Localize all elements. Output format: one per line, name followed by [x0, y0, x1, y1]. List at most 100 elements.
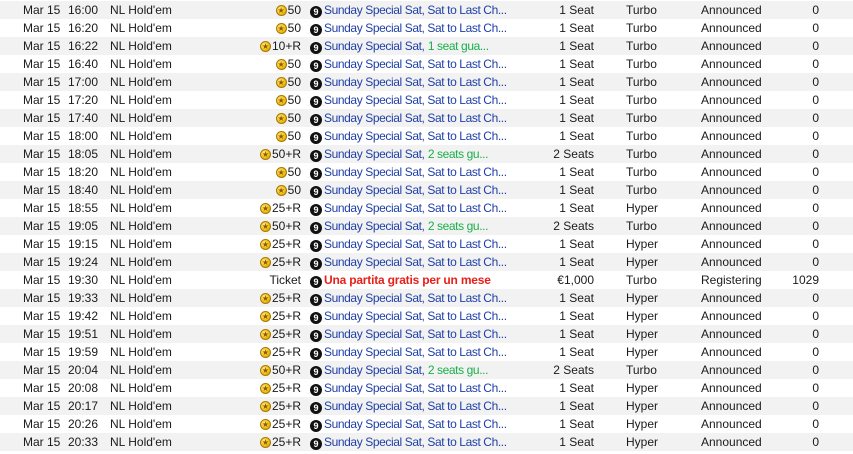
tournament-row[interactable]: Mar 15 18:05 NL Hold'em 50+R 9Sunday Spe…: [0, 145, 853, 163]
tournament-row[interactable]: Mar 15 17:40 NL Hold'em 50 9Sunday Speci…: [0, 109, 853, 127]
status: Announced: [701, 39, 762, 53]
tournament-name[interactable]: 9 Sunday Special Sat, Sat to Last Ch...: [310, 109, 510, 127]
prize: 1 Seat: [559, 345, 594, 359]
buy-in: 50: [220, 109, 301, 127]
tournament-row[interactable]: Mar 15 18:00 NL Hold'em 50 9Sunday Speci…: [0, 127, 853, 145]
start-date: Mar 15: [23, 273, 61, 287]
tournament-row[interactable]: Mar 15 20:08 NL Hold'em 25+R 9Sunday Spe…: [0, 379, 853, 397]
start-time: 16:40: [68, 57, 99, 71]
tournament-name[interactable]: 9 Sunday Special Sat, Sat to Last Ch...: [310, 199, 510, 217]
game-type: NL Hold'em: [110, 255, 172, 269]
speed: Hyper: [626, 327, 659, 341]
start-date: Mar 15: [23, 93, 61, 107]
gold-coin-icon: [275, 182, 287, 199]
tournament-name[interactable]: 9 Sunday Special Sat, Sat to Last Ch...: [310, 19, 510, 37]
tournament-row[interactable]: Mar 15 19:24 NL Hold'em 25+R 9Sunday Spe…: [0, 253, 853, 271]
tournament-row[interactable]: Mar 15 16:22 NL Hold'em 10+R 9Sunday Spe…: [0, 37, 853, 55]
guarantee-text: 2 seats gu...: [427, 363, 489, 377]
tournament-name[interactable]: 9 Sunday Special Sat, Sat to Last Ch...: [310, 163, 510, 181]
tournament-row[interactable]: Mar 15 19:15 NL Hold'em 25+R 9Sunday Spe…: [0, 235, 853, 253]
status: Announced: [701, 3, 762, 17]
speed: Turbo: [626, 129, 657, 143]
buy-in-value: 50: [287, 165, 301, 179]
prize: 1 Seat: [559, 111, 594, 125]
buy-in-value: 25+R: [271, 291, 301, 305]
tournament-name[interactable]: 9 Sunday Special Sat, 1 seat gua...: [310, 37, 510, 55]
tournament-title: Sunday Special Sat, Sat to Last Ch...: [324, 111, 507, 125]
player-count: 0: [812, 39, 819, 53]
tournament-name[interactable]: 9 Sunday Special Sat, Sat to Last Ch...: [310, 235, 510, 253]
tournament-row[interactable]: Mar 15 19:42 NL Hold'em 25+R 9Sunday Spe…: [0, 307, 853, 325]
tournament-row[interactable]: Mar 15 20:17 NL Hold'em 25+R 9Sunday Spe…: [0, 397, 853, 415]
gold-coin-icon: [259, 236, 271, 253]
player-count: 0: [812, 93, 819, 107]
tournament-row[interactable]: Mar 15 17:20 NL Hold'em 50 9Sunday Speci…: [0, 91, 853, 109]
tournament-name[interactable]: 9 Una partita gratis per un mese: [310, 271, 510, 289]
player-count: 1029: [792, 273, 819, 287]
tournament-row[interactable]: Mar 15 18:55 NL Hold'em 25+R 9Sunday Spe…: [0, 199, 853, 217]
tournament-name[interactable]: 9 Sunday Special Sat, Sat to Last Ch...: [310, 415, 510, 433]
tournament-row[interactable]: Mar 15 19:05 NL Hold'em 50+R 9Sunday Spe…: [0, 217, 853, 235]
tournament-row[interactable]: Mar 15 20:04 NL Hold'em 50+R 9Sunday Spe…: [0, 361, 853, 379]
tournament-row[interactable]: Mar 15 20:26 NL Hold'em 25+R 9Sunday Spe…: [0, 415, 853, 433]
start-date: Mar 15: [23, 399, 61, 413]
tournament-name[interactable]: 9 Sunday Special Sat, 2 seats gu...: [310, 145, 510, 163]
player-count: 0: [812, 363, 819, 377]
buy-in-value: 25+R: [271, 435, 301, 449]
tournament-name[interactable]: 9 Sunday Special Sat, Sat to Last Ch...: [310, 325, 510, 343]
buy-in: 50: [220, 19, 301, 37]
tournament-name[interactable]: 9 Sunday Special Sat, Sat to Last Ch...: [310, 253, 510, 271]
buy-in: 50: [220, 127, 301, 145]
tournament-name[interactable]: 9 Sunday Special Sat, Sat to Last Ch...: [310, 289, 510, 307]
tournament-name[interactable]: 9 Sunday Special Sat, Sat to Last Ch...: [310, 397, 510, 415]
tournament-row[interactable]: Mar 15 19:51 NL Hold'em 25+R 9Sunday Spe…: [0, 325, 853, 343]
tournament-name[interactable]: 9 Sunday Special Sat, 2 seats gu...: [310, 217, 510, 235]
tournament-row[interactable]: Mar 15 18:40 NL Hold'em 50 9Sunday Speci…: [0, 181, 853, 199]
tournament-row[interactable]: Mar 15 16:40 NL Hold'em 50 9Sunday Speci…: [0, 55, 853, 73]
speed: Turbo: [626, 183, 657, 197]
buy-in: 50+R: [220, 217, 301, 235]
tournament-name[interactable]: 9 Sunday Special Sat, Sat to Last Ch...: [310, 433, 510, 451]
buy-in-value: 50: [287, 129, 301, 143]
start-date: Mar 15: [23, 381, 61, 395]
tournament-title: Sunday Special Sat, Sat to Last Ch...: [324, 93, 507, 107]
game-type: NL Hold'em: [110, 435, 172, 449]
tournament-name[interactable]: 9 Sunday Special Sat, Sat to Last Ch...: [310, 55, 510, 73]
tournament-row[interactable]: Mar 15 16:00 NL Hold'em 50 9Sunday Speci…: [0, 1, 853, 19]
start-date: Mar 15: [23, 165, 61, 179]
tournament-name[interactable]: 9 Sunday Special Sat, Sat to Last Ch...: [310, 91, 510, 109]
status: Announced: [701, 435, 762, 449]
buy-in-value: 50: [287, 183, 301, 197]
start-date: Mar 15: [23, 219, 61, 233]
game-type: NL Hold'em: [110, 57, 172, 71]
game-type: NL Hold'em: [110, 183, 172, 197]
tournament-title: Sunday Special Sat, Sat to Last Ch...: [324, 291, 507, 305]
player-count: 0: [812, 219, 819, 233]
start-date: Mar 15: [23, 57, 61, 71]
tournament-row[interactable]: Mar 15 19:59 NL Hold'em 25+R 9Sunday Spe…: [0, 343, 853, 361]
number-badge-icon: 9: [310, 132, 322, 144]
tournament-row[interactable]: Mar 15 19:30 NL Hold'em Ticket 9 Una part…: [0, 271, 853, 289]
tournament-name[interactable]: 9 Sunday Special Sat, Sat to Last Ch...: [310, 127, 510, 145]
tournament-name[interactable]: 9 Sunday Special Sat, 2 seats gu...: [310, 361, 510, 379]
tournament-row[interactable]: Mar 15 19:33 NL Hold'em 25+R 9Sunday Spe…: [0, 289, 853, 307]
tournament-row[interactable]: Mar 15 20:33 NL Hold'em 25+R 9Sunday Spe…: [0, 433, 853, 451]
player-count: 0: [812, 255, 819, 269]
buy-in-value: 25+R: [271, 309, 301, 323]
start-time: 18:20: [68, 165, 99, 179]
tournament-name[interactable]: 9 Sunday Special Sat, Sat to Last Ch...: [310, 73, 510, 91]
tournament-name[interactable]: 9 Sunday Special Sat, Sat to Last Ch...: [310, 1, 510, 19]
buy-in-value: 50+R: [271, 147, 301, 161]
prize: 1 Seat: [559, 309, 594, 323]
gold-coin-icon: [275, 164, 287, 181]
tournament-name[interactable]: 9 Sunday Special Sat, Sat to Last Ch...: [310, 307, 510, 325]
tournament-row[interactable]: Mar 15 18:20 NL Hold'em 50 9Sunday Speci…: [0, 163, 853, 181]
buy-in: 25+R: [220, 379, 301, 397]
tournament-name[interactable]: 9 Sunday Special Sat, Sat to Last Ch...: [310, 379, 510, 397]
tournament-row[interactable]: Mar 15 17:00 NL Hold'em 50 9Sunday Speci…: [0, 73, 853, 91]
gold-coin-icon: [275, 92, 287, 109]
tournament-name[interactable]: 9 Sunday Special Sat, Sat to Last Ch...: [310, 343, 510, 361]
tournament-row[interactable]: Mar 15 16:20 NL Hold'em 50 9Sunday Speci…: [0, 19, 853, 37]
number-badge-icon: 9: [310, 186, 322, 198]
tournament-name[interactable]: 9 Sunday Special Sat, Sat to Last Ch...: [310, 181, 510, 199]
